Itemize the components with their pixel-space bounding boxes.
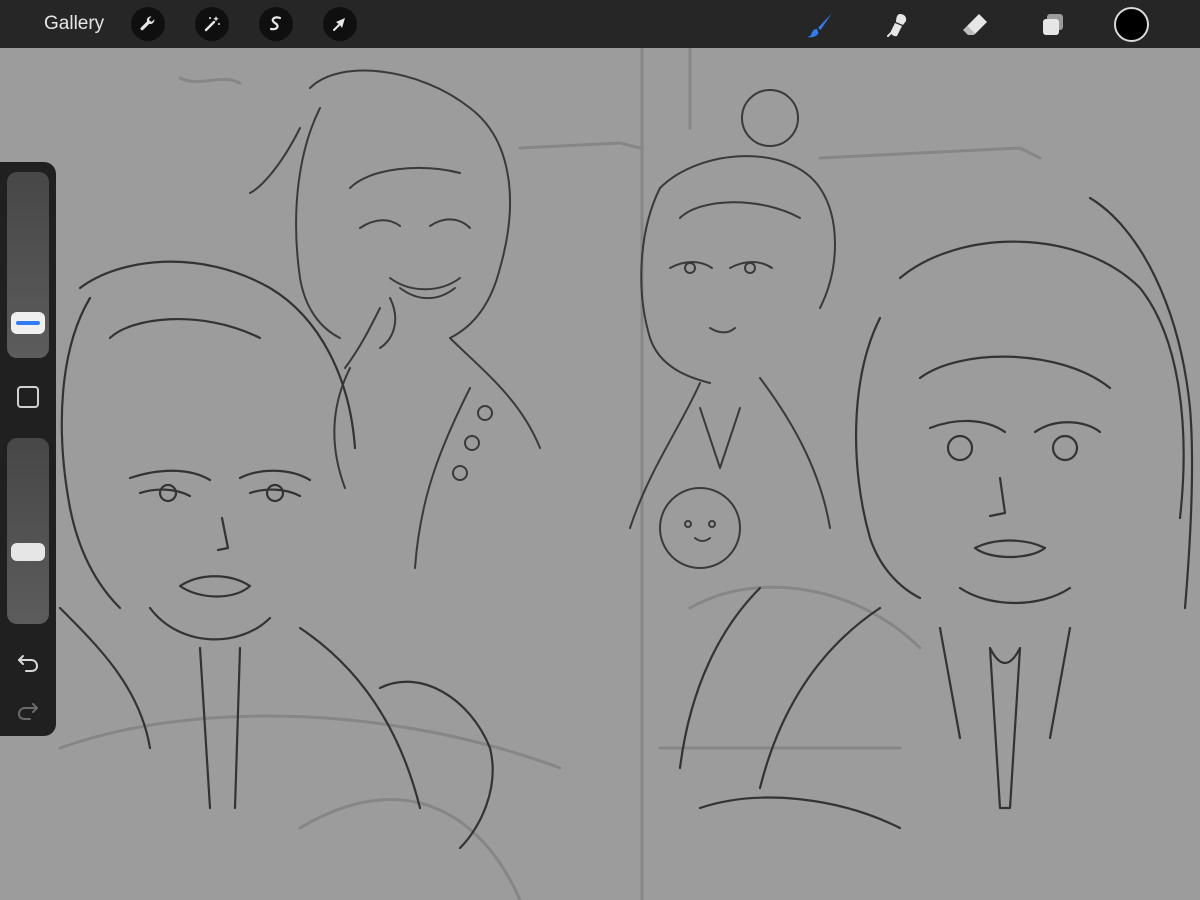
smudge-tool-button[interactable] bbox=[880, 8, 914, 42]
brush-icon bbox=[807, 13, 832, 38]
magic-wand-icon bbox=[204, 16, 220, 32]
top-toolbar: Gallery bbox=[0, 0, 1200, 48]
eraser-icon bbox=[963, 14, 987, 35]
brush-size-slider[interactable] bbox=[7, 172, 49, 358]
opacity-thumb[interactable] bbox=[11, 543, 45, 561]
gallery-button[interactable]: Gallery bbox=[44, 13, 104, 35]
undo-icon bbox=[18, 655, 39, 672]
layers-icon bbox=[1043, 14, 1063, 35]
transform-arrow-icon bbox=[333, 18, 345, 31]
eraser-tool-button[interactable] bbox=[958, 8, 992, 42]
left-sidebar bbox=[0, 162, 56, 736]
wrench-icon bbox=[140, 16, 155, 31]
selection-button[interactable] bbox=[259, 7, 293, 41]
size-indicator bbox=[16, 321, 40, 325]
drawing-canvas[interactable] bbox=[0, 48, 1200, 900]
undo-button[interactable] bbox=[16, 652, 40, 674]
redo-button[interactable] bbox=[16, 700, 40, 722]
sketch-artwork bbox=[58, 48, 1194, 900]
brush-size-thumb[interactable] bbox=[11, 312, 45, 334]
actions-button[interactable] bbox=[131, 7, 165, 41]
opacity-slider[interactable] bbox=[7, 438, 49, 624]
selection-icon bbox=[269, 16, 282, 31]
modify-button[interactable] bbox=[17, 386, 39, 408]
adjustments-button[interactable] bbox=[195, 7, 229, 41]
brush-tool-button[interactable] bbox=[803, 8, 837, 42]
color-picker-button[interactable] bbox=[1114, 7, 1149, 42]
redo-icon bbox=[17, 703, 38, 720]
smudge-icon bbox=[887, 14, 907, 37]
transform-button[interactable] bbox=[323, 7, 357, 41]
layers-button[interactable] bbox=[1036, 8, 1070, 42]
